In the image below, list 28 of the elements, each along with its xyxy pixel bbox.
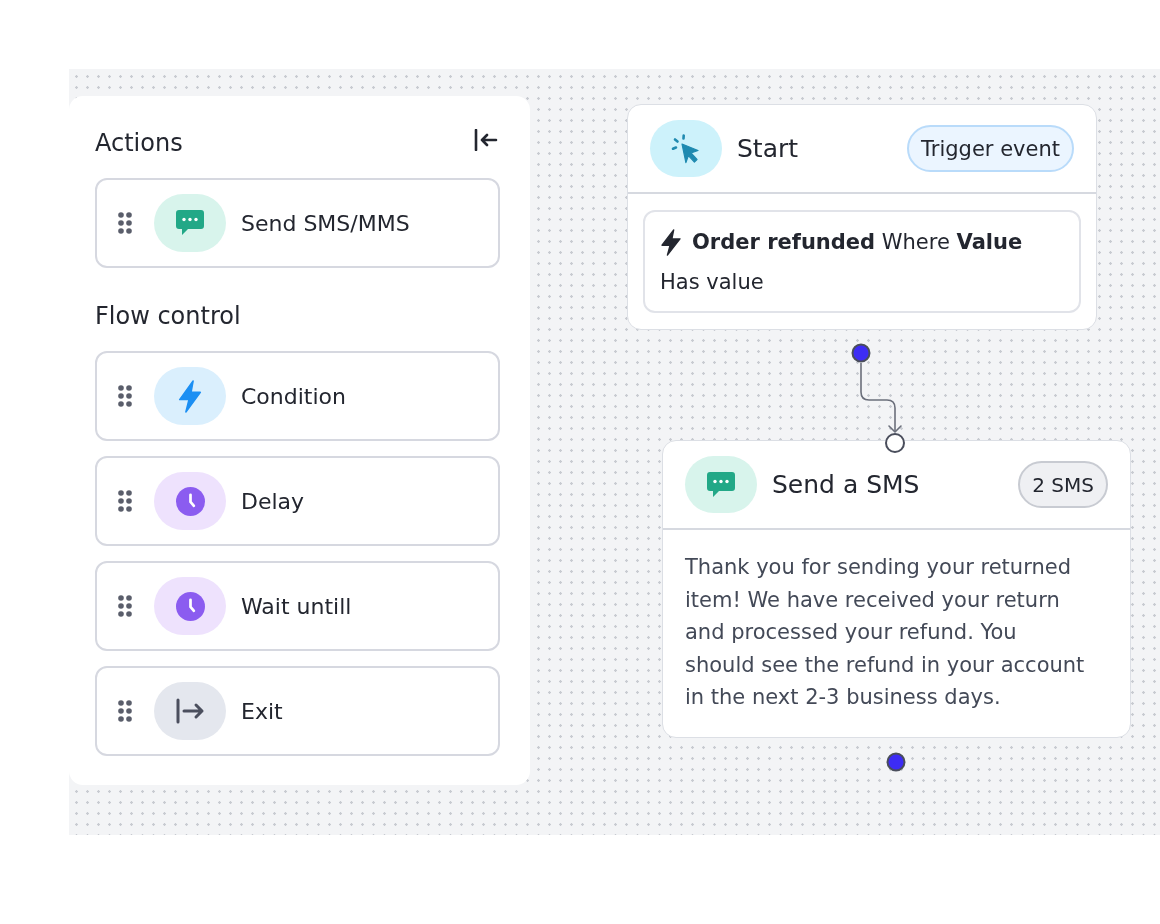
drag-handle-icon[interactable] [118, 700, 132, 722]
condition-value: Has value [660, 269, 765, 296]
flow-node[interactable]: Send a SMS 2 SMS Thank you for sending your returned item! We have received your return and processed your refund. You should see the refund in your account in the next 2-3 business days. [662, 440, 1131, 738]
drag-handle-icon[interactable] [118, 490, 132, 512]
left-arrow-bar-icon[interactable] [474, 129, 498, 151]
event-type-badge: Trigger event [907, 125, 1074, 172]
section-heading: Flow control [95, 301, 241, 331]
drag-handle-icon[interactable] [118, 212, 132, 234]
message-text: Thank you for sending your returned item! We have received your return and processed your refund. You should see the refund in your account in the next 2-3 business days. [685, 554, 1086, 711]
port-ring-icon[interactable] [885, 433, 905, 453]
drag-handle-icon[interactable] [118, 385, 132, 407]
lightning-icon [660, 228, 682, 256]
section-heading: Actions [95, 128, 183, 158]
message-count-badge: 2 SMS [1018, 461, 1108, 508]
action-item[interactable]: Condition [95, 351, 500, 441]
flow-node[interactable]: Start Trigger event Order refunded Where Value Has value [627, 104, 1097, 330]
port-dot-icon[interactable] [886, 752, 906, 772]
chat-bubble-icon [685, 456, 757, 513]
cursor-click-icon [650, 120, 722, 177]
action-item[interactable]: Exit [95, 666, 500, 756]
action-item[interactable]: Send SMS/MMS [95, 178, 500, 268]
action-item[interactable]: Delay [95, 456, 500, 546]
port-dot-icon[interactable] [851, 343, 871, 363]
node-title: Send a SMS [772, 470, 921, 499]
drag-handle-icon[interactable] [118, 595, 132, 617]
condition-text: Order refunded Where Value [692, 229, 1023, 256]
action-item[interactable]: Wait untill [95, 561, 500, 651]
node-title: Start [737, 134, 800, 163]
